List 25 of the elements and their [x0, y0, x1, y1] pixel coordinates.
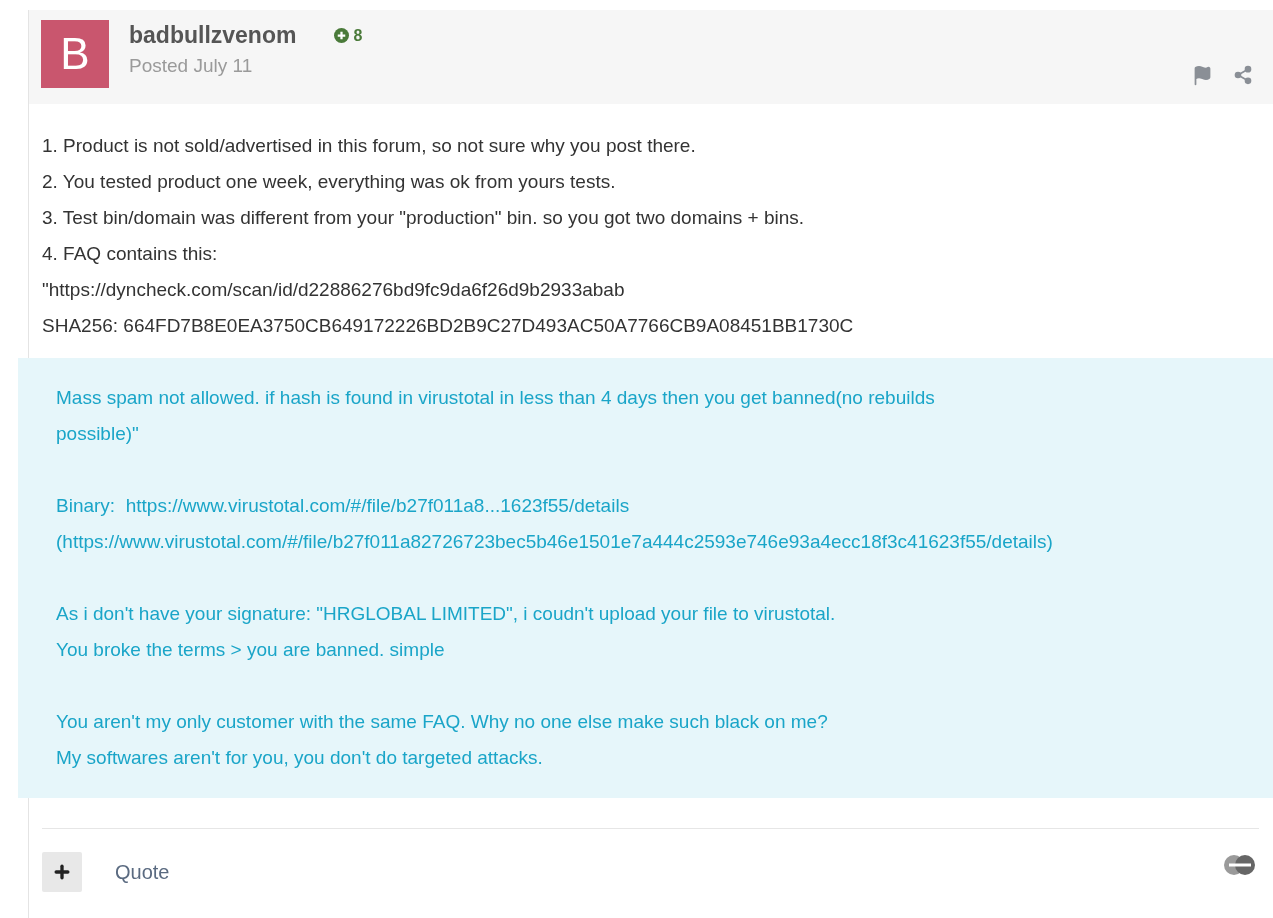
- avatar[interactable]: B: [41, 20, 109, 88]
- quote-text: (https://www.virustotal.com/#/file/b27f011a82726723bec5b46e1501e7a444c2593e746e93a4ecc18f3c41623f55/details): [56, 530, 1054, 554]
- add-button[interactable]: [42, 852, 82, 892]
- post-text: 4. FAQ contains this:: [42, 242, 219, 266]
- flag-icon[interactable]: [1192, 65, 1213, 86]
- post-date: Posted July 11: [129, 55, 254, 77]
- post-text: "https://dyncheck.com/scan/id/d22886276bd9fc9da6f26d9b2933abab: [42, 278, 626, 302]
- quote-text: As i don't have your signature: "HRGLOBAL LIMITED", i coudn't upload your file to virustotal.: [56, 602, 837, 626]
- post-text: 1. Product is not sold/advertised in this forum, so not sure why you post there.: [42, 134, 697, 158]
- quote-text: possible)": [56, 422, 140, 446]
- post-text: SHA256: 664FD7B8E0EA3750CB649172226BD2B9C27D493AC50A7766CB9A08451BB1730C: [42, 314, 855, 338]
- quote-text: You broke the terms > you are banned. simple: [56, 638, 446, 662]
- reputation-count: 8: [334, 26, 363, 45]
- plus-circle-icon: [334, 28, 350, 43]
- quote-text: My softwares aren't for you, you don't do targeted attacks.: [56, 746, 544, 770]
- ignore-toggle-icon[interactable]: [1223, 854, 1257, 876]
- quote-link[interactable]: Quote: [115, 860, 170, 884]
- share-icon[interactable]: [1233, 65, 1253, 85]
- quote-text: You aren't my only customer with the same FAQ. Why no one else make such black on me?: [56, 710, 829, 734]
- quote-text: Binary: https://www.virustotal.com/#/file/b27f011a8...1623f55/details: [56, 494, 631, 518]
- post-text: 2. You tested product one week, everything was ok from yours tests.: [42, 170, 617, 194]
- author-name[interactable]: badbullzvenom: [129, 22, 297, 49]
- quote-text: Mass spam not allowed. if hash is found in virustotal in less than 4 days then you get banned(no rebuilds: [56, 386, 936, 410]
- plus-icon: [52, 862, 72, 882]
- post-text: 3. Test bin/domain was different from your "production" bin. so you got two domains + bins.: [42, 206, 806, 230]
